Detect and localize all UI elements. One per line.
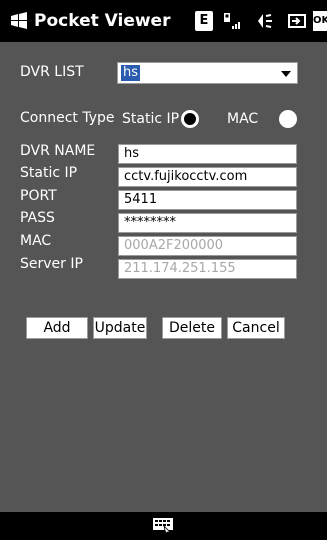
dvr-settings-form: DVR LIST hs Connect Type Static IP MAC D… [0,42,327,512]
dvr-name-label: DVR NAME [20,143,96,159]
static-ip-input[interactable]: cctv.fujikocctv.com [118,167,297,187]
static-ip-option-label: Static IP [122,111,180,127]
delete-button[interactable]: Delete [162,317,222,339]
dvr-name-input[interactable]: hs [118,144,297,164]
add-button[interactable]: Add [26,317,88,339]
edge-network-icon: E [195,11,213,31]
mac-option-label: MAC [227,111,259,127]
battery-icon[interactable] [286,11,308,31]
title-bar: Pocket Viewer E OK [0,0,327,42]
mac-label: MAC [20,233,52,249]
pass-label: PASS [20,210,55,226]
keyboard-icon[interactable] [152,516,174,534]
server-ip-input: 211.174.251.155 [118,259,297,279]
port-label: PORT [20,188,57,204]
ok-button[interactable]: OK [313,11,327,31]
port-input[interactable]: 5411 [118,190,297,210]
chevron-down-icon[interactable] [281,71,291,77]
static-ip-label: Static IP [20,165,78,181]
mac-radio[interactable] [279,110,297,128]
server-ip-label: Server IP [20,256,83,272]
dvr-list-selected-value: hs [121,65,141,81]
mac-input: 000A2F200000 [118,236,297,256]
pass-input[interactable]: ******** [118,213,297,233]
pocket-viewer-screen: Pocket Viewer E OK DVR LIST hs Connect T… [0,0,327,540]
app-title: Pocket Viewer [34,11,171,31]
dvr-list-label: DVR LIST [20,64,84,80]
dvr-list-dropdown[interactable]: hs [117,62,298,84]
connect-type-label: Connect Type [20,110,115,126]
signal-icon[interactable] [222,11,244,31]
windows-start-icon[interactable] [10,12,28,30]
volume-icon[interactable] [255,11,277,31]
soft-key-bar [0,512,327,540]
static-ip-radio[interactable] [181,110,199,128]
update-button[interactable]: Update [93,317,147,339]
cancel-button[interactable]: Cancel [227,317,285,339]
